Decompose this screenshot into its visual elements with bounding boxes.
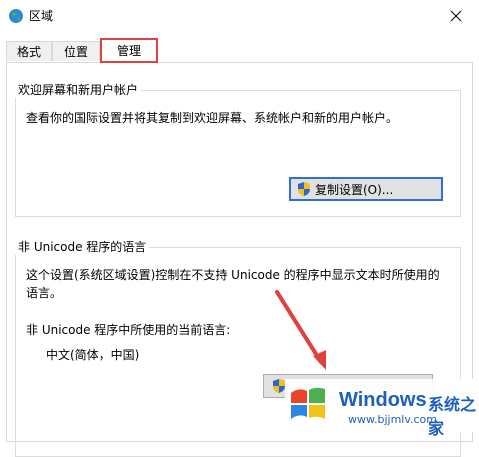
tab-administrative[interactable]: 管理 bbox=[100, 38, 158, 63]
close-button[interactable] bbox=[433, 0, 479, 32]
globe-icon bbox=[9, 9, 23, 23]
non-unicode-description: 这个设置(系统区域设置)控制在不支持 Unicode 的程序中显示文本时所使用的… bbox=[26, 268, 440, 300]
current-language-value: 中文(简体，中国) bbox=[46, 348, 140, 362]
windows-logo-icon bbox=[291, 387, 325, 419]
copy-settings-label: 复制设置(O)... bbox=[315, 182, 394, 197]
non-unicode-group-title: 非 Unicode 程序的语言 bbox=[15, 239, 150, 255]
close-icon bbox=[450, 10, 462, 22]
tab-location[interactable]: 位置 bbox=[52, 41, 100, 61]
welcome-screen-group: 欢迎屏幕和新用户帐户 查看你的国际设置并将其复制到欢迎屏幕、系统帐户和新的用户帐… bbox=[15, 82, 461, 217]
current-language-label: 非 Unicode 程序中所使用的当前语言: bbox=[26, 323, 231, 337]
shield-icon bbox=[273, 379, 285, 393]
copy-settings-button[interactable]: 复制设置(O)... bbox=[289, 177, 443, 201]
watermark: Windows 系统之家 www.bjjmlv.com bbox=[285, 379, 479, 438]
title-bar: 区域 bbox=[0, 0, 479, 32]
watermark-url: www.bjjmlv.com bbox=[348, 413, 437, 426]
tab-strip: 格式 位置 管理 bbox=[6, 38, 473, 63]
window-title: 区域 bbox=[29, 9, 54, 23]
shield-icon bbox=[298, 182, 310, 196]
welcome-description: 查看你的国际设置并将其复制到欢迎屏幕、系统帐户和新的用户帐户。 bbox=[26, 111, 399, 125]
watermark-brand: Windows bbox=[339, 389, 427, 411]
tab-format[interactable]: 格式 bbox=[6, 41, 52, 61]
welcome-group-title: 欢迎屏幕和新用户帐户 bbox=[15, 82, 142, 98]
